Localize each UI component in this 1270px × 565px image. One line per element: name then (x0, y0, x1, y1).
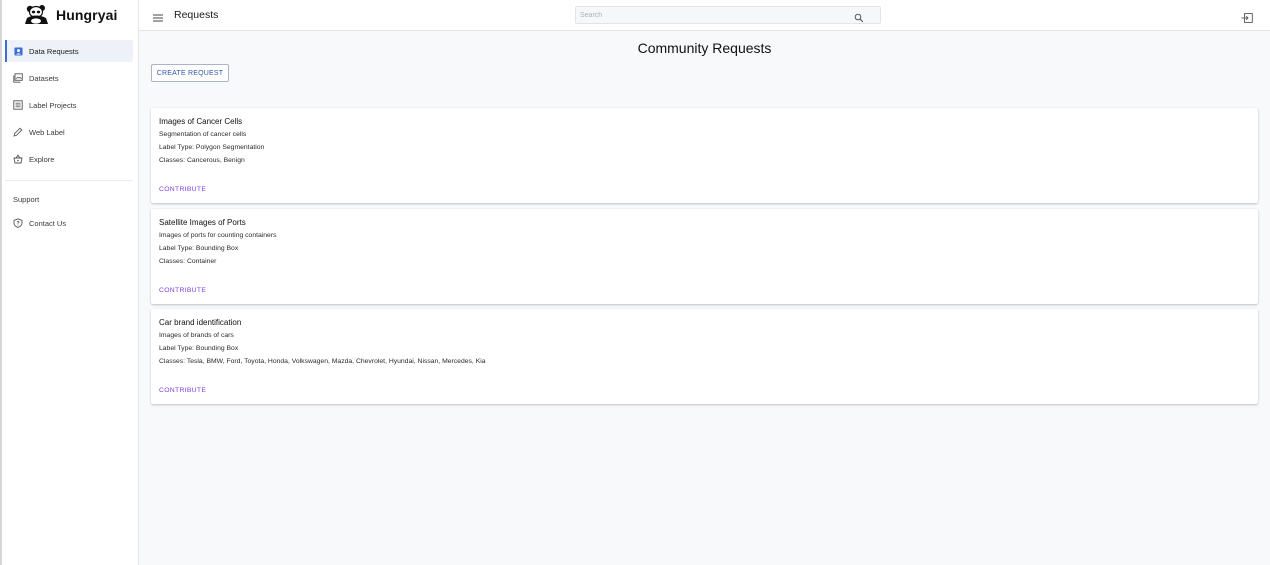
request-title: Car brand identification (159, 318, 242, 327)
sidebar-item-label: Label Projects (29, 100, 77, 110)
request-classes: Classes: Tesla, BMW, Ford, Toyota, Honda… (159, 358, 486, 365)
app-root: Hungryai Data Requests Datasets Label Pr… (0, 0, 1270, 565)
image-stack-icon (13, 73, 23, 83)
request-description: Images of brands of cars (159, 332, 234, 339)
request-card: Car brand identification Images of brand… (151, 309, 1258, 404)
support-section-label: Support (13, 195, 40, 204)
sidebar-item-label: Datasets (29, 73, 59, 83)
panda-logo-icon (24, 4, 51, 26)
person-badge-icon (13, 46, 23, 56)
sidebar-item-label-projects[interactable]: Label Projects (5, 94, 133, 116)
sidebar-item-data-requests[interactable]: Data Requests (5, 40, 133, 62)
sidebar-item-label: Data Requests (29, 46, 79, 56)
main-content: Community Requests CREATE REQUEST Images… (139, 31, 1270, 565)
request-label-type: Label Type: Bounding Box (159, 345, 239, 352)
sidebar-item-label: Contact Us (29, 218, 67, 228)
contribute-button[interactable]: CONTRIBUTE (159, 387, 206, 394)
request-classes: Classes: Container (159, 258, 217, 265)
request-title: Satellite Images of Ports (159, 218, 246, 227)
list-icon (13, 100, 23, 110)
sidebar-divider (5, 180, 133, 181)
brand-name: Hungryai (56, 7, 118, 23)
search-bar (575, 6, 881, 24)
contribute-button[interactable]: CONTRIBUTE (159, 287, 206, 294)
logout-icon[interactable] (1241, 10, 1253, 28)
sidebar-item-contact-us[interactable]: Contact Us (5, 212, 133, 234)
top-header: Requests (139, 0, 1270, 31)
sidebar-item-web-label[interactable]: Web Label (5, 121, 133, 143)
basket-icon (13, 154, 23, 164)
contribute-button[interactable]: CONTRIBUTE (159, 186, 206, 193)
sidebar-item-datasets[interactable]: Datasets (5, 67, 133, 89)
sidebar: Hungryai Data Requests Datasets Label Pr… (0, 0, 139, 565)
search-icon[interactable] (854, 10, 864, 28)
create-request-button[interactable]: CREATE REQUEST (151, 64, 229, 82)
request-label-type: Label Type: Polygon Segmentation (159, 144, 265, 151)
request-classes: Classes: Cancerous, Benign (159, 157, 245, 164)
sidebar-item-explore[interactable]: Explore (5, 148, 133, 170)
page-title: Community Requests (637, 40, 772, 56)
request-label-type: Label Type: Bounding Box (159, 245, 239, 252)
brand-logo[interactable]: Hungryai (24, 2, 117, 28)
help-shield-icon (13, 218, 23, 228)
request-card: Satellite Images of Ports Images of port… (151, 209, 1258, 304)
request-card: Images of Cancer Cells Segmentation of c… (151, 108, 1258, 203)
request-title: Images of Cancer Cells (159, 117, 243, 126)
header-title: Requests (174, 9, 219, 21)
search-input[interactable] (580, 8, 840, 22)
request-description: Segmentation of cancer cells (159, 131, 247, 138)
hamburger-menu-icon[interactable] (153, 10, 164, 28)
request-description: Images of ports for counting containers (159, 232, 277, 239)
sidebar-item-label: Web Label (29, 127, 65, 137)
sidebar-item-label: Explore (29, 154, 55, 164)
pencil-icon (13, 127, 23, 137)
